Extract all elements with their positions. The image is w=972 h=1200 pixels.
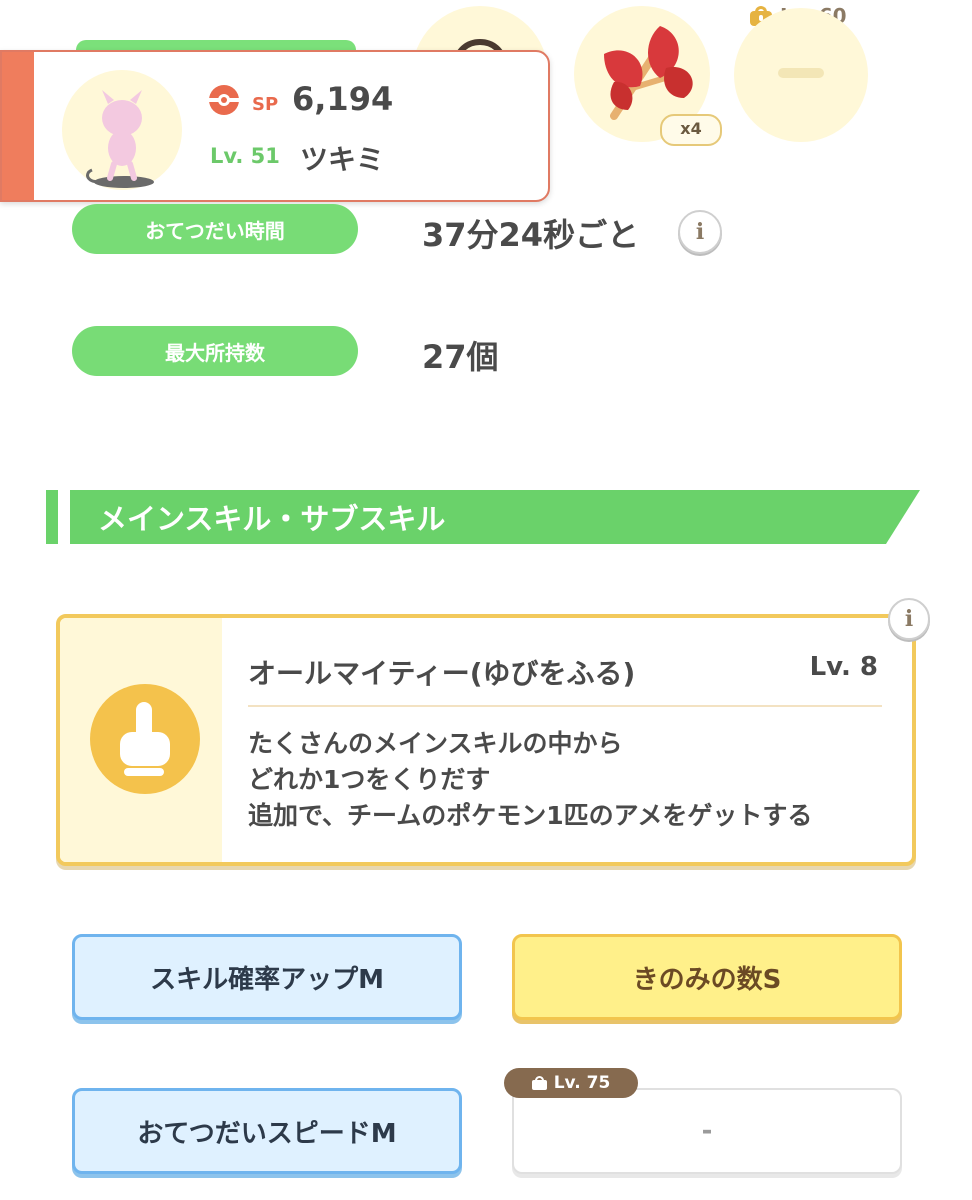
main-skill-level: Lv. 8 (809, 652, 878, 682)
description-line: たくさんのメインスキルの中から (248, 729, 623, 758)
main-skill-card[interactable]: オールマイティー(ゆびをふる) Lv. 8 たくさんのメインスキルの中から どれ… (56, 614, 916, 866)
pokemon-level: Lv. 51 (210, 144, 280, 168)
skill-icon (90, 684, 200, 794)
pokemon-name: ツキミ (300, 143, 385, 176)
unlock-level-tag: Lv. 75 (504, 1068, 638, 1098)
sub-skill-label: おてつだいスピードM (137, 1118, 397, 1149)
main-skill-info-button[interactable]: i (888, 598, 930, 640)
max-carry-value: 27個 (422, 338, 499, 376)
lock-icon (531, 1076, 547, 1090)
ingredient-count-badge: x4 (660, 114, 722, 146)
sub-skill-button-2[interactable]: きのみの数S (512, 934, 902, 1020)
pokemon-avatar (62, 70, 182, 190)
sub-skill-label: - (701, 1116, 713, 1146)
help-time-info-button[interactable]: i (678, 210, 722, 254)
info-icon: i (904, 606, 914, 632)
mew-sprite-icon (86, 90, 154, 188)
pokeball-icon (209, 85, 239, 115)
section-banner-edge (46, 490, 58, 544)
sub-skill-button-locked[interactable]: - (512, 1088, 902, 1174)
section-title: メインスキル・サブスキル (70, 490, 920, 544)
main-skill-description: たくさんのメインスキルの中から どれか1つをくりだす 追加で、チームのポケモン1… (248, 726, 812, 834)
skill-icon-panel (60, 618, 222, 862)
skill-divider (248, 705, 882, 707)
help-time-label: おてつだい時間 (72, 204, 358, 254)
description-line: どれか1つをくりだす (248, 765, 491, 794)
sp-value: 6,194 (292, 80, 394, 118)
sub-skill-label: スキル確率アップM (150, 964, 384, 995)
info-icon: i (695, 219, 705, 245)
pokemon-popup-card[interactable]: SP 6,194 Lv. 51 ツキミ (0, 50, 550, 202)
sub-skill-button-1[interactable]: スキル確率アップM (72, 934, 462, 1020)
main-skill-name: オールマイティー(ゆびをふる) (248, 657, 636, 690)
unlock-level-text: Lv. 75 (553, 1073, 611, 1093)
section-title-text: メインスキル・サブスキル (98, 502, 446, 536)
popup-accent-stripe (2, 52, 34, 200)
locked-ingredient-slot (734, 8, 868, 142)
sub-skill-button-3[interactable]: おてつだいスピードM (72, 1088, 462, 1174)
finger-point-icon (120, 702, 170, 776)
sp-label: SP (252, 94, 279, 115)
empty-slot-dash (778, 68, 824, 78)
max-carry-label: 最大所持数 (72, 326, 358, 376)
help-time-value: 37分24秒ごと (422, 216, 640, 254)
sub-skill-label: きのみの数S (632, 964, 782, 995)
description-line: 追加で、チームのポケモン1匹のアメをゲットする (248, 801, 813, 830)
